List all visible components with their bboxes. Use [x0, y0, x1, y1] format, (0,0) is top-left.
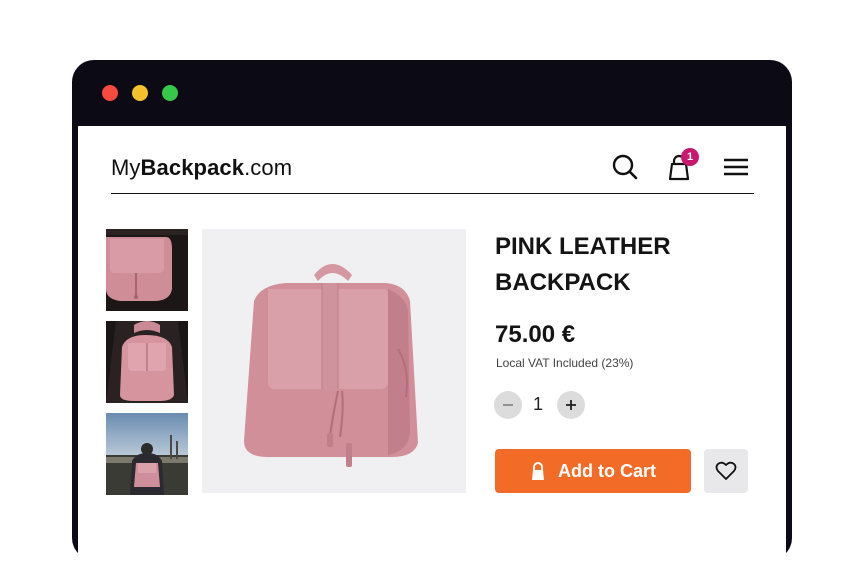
maximize-window-button[interactable] — [162, 85, 178, 101]
product-price: 75.00 € — [495, 321, 576, 348]
close-window-button[interactable] — [102, 85, 118, 101]
web-page: MyBackpack.com 1 PINK LEATHER BACKPACK 7… — [78, 126, 786, 566]
product-thumbnail[interactable] — [106, 321, 188, 403]
product-title: PINK LEATHER BACKPACK — [495, 233, 671, 296]
site-header: MyBackpack.com 1 — [111, 126, 754, 194]
site-logo[interactable]: MyBackpack.com — [111, 155, 292, 181]
decrease-quantity-button[interactable] — [494, 391, 522, 419]
product-thumbnail[interactable] — [106, 229, 188, 311]
lock-icon — [530, 461, 546, 481]
heart-icon — [715, 461, 737, 480]
quantity-value: 1 — [533, 394, 544, 414]
plus-icon — [566, 400, 576, 410]
product-main-image — [202, 229, 466, 493]
minus-icon — [503, 404, 513, 406]
add-to-cart-button[interactable]: Add to Cart — [495, 449, 691, 493]
search-icon[interactable] — [608, 150, 642, 184]
add-to-cart-label: Add to Cart — [558, 460, 656, 481]
browser-window: MyBackpack.com 1 PINK LEATHER BACKPACK 7… — [72, 60, 792, 566]
cart-count-badge: 1 — [681, 148, 699, 166]
hamburger-menu-icon[interactable] — [719, 150, 753, 184]
product-thumbnail[interactable] — [106, 413, 188, 495]
vat-note: Local VAT Included (23%) — [496, 356, 634, 370]
increase-quantity-button[interactable] — [557, 391, 585, 419]
wishlist-button[interactable] — [704, 449, 748, 493]
minimize-window-button[interactable] — [132, 85, 148, 101]
